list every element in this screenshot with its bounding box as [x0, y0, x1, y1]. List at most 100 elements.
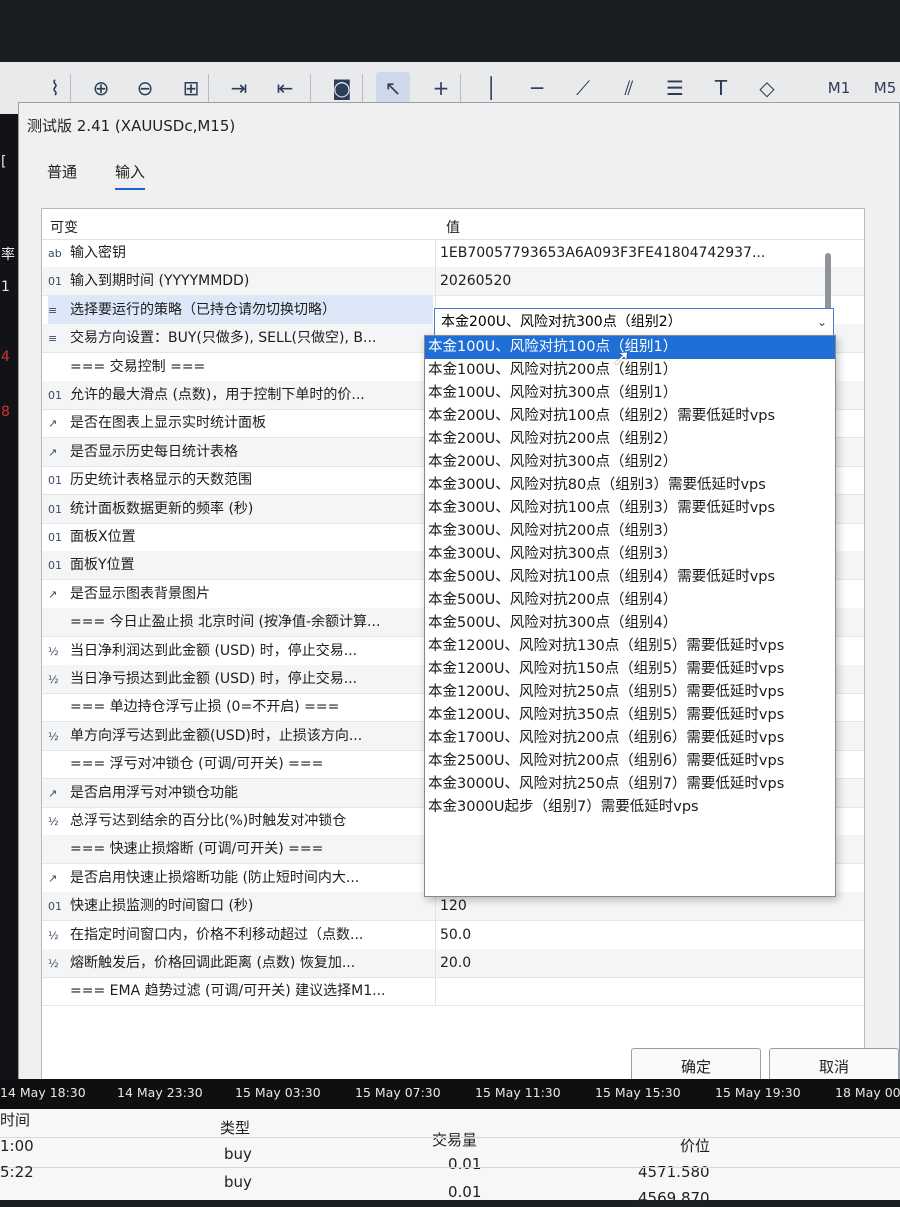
strategy-select[interactable]: 本金200U、风险对抗300点（组别2） ⌄: [434, 308, 834, 336]
param-name: 01 输入到期时间 (YYYYMMDD): [48, 267, 433, 295]
zoom-out-icon[interactable]: ⊖: [128, 72, 162, 104]
col-variable-header[interactable]: 可变: [50, 217, 78, 237]
param-value[interactable]: 50.0: [440, 921, 471, 949]
chart-shift-icon[interactable]: ⇥: [222, 72, 256, 104]
horizontal-line-icon[interactable]: ─: [520, 72, 554, 104]
param-row[interactable]: ½ 在指定时间窗口内，价格不利移动超过（点数... 50.0: [42, 920, 864, 950]
timeframe-m1[interactable]: M1: [818, 72, 860, 104]
shapes-icon[interactable]: ◇: [750, 72, 784, 104]
param-value[interactable]: 1EB70057793653A6A093F3FE41804742937...: [440, 239, 765, 267]
trendline-icon[interactable]: ⟋: [566, 72, 600, 104]
timeframe-m5[interactable]: M5: [864, 72, 900, 104]
strategy-option[interactable]: 本金2500U、风险对抗200点（组别6）需要低延时vps: [425, 750, 835, 773]
param-type-icon: ½: [48, 729, 59, 743]
cursor-icon[interactable]: ↖: [376, 72, 410, 104]
param-label: 总浮亏达到结余的百分比(%)时触发对冲锁仓: [70, 813, 347, 829]
param-name: ≡ 交易方向设置：BUY(只做多), SELL(只做空), B...: [48, 324, 433, 352]
col-type-header[interactable]: 类型: [220, 1117, 250, 1138]
grid-icon[interactable]: ⊞: [174, 72, 208, 104]
crosshair-icon[interactable]: +: [424, 72, 458, 104]
trade-type: buy: [224, 1173, 252, 1191]
param-value[interactable]: 20.0: [440, 949, 471, 977]
param-name: 01 面板X位置: [48, 523, 433, 551]
trade-volume: 0.01: [448, 1183, 482, 1201]
param-type-icon: 01: [48, 531, 62, 544]
param-label: 熔断触发后，价格回调此距离 (点数) 恢复加...: [70, 955, 356, 971]
tab-inputs[interactable]: 输入: [115, 161, 146, 190]
param-row[interactable]: 01 输入到期时间 (YYYYMMDD) 20260520: [42, 267, 864, 297]
param-label: 单方向浮亏达到此金额(USD)时，止损该方向...: [70, 727, 363, 744]
strategy-option[interactable]: 本金300U、风险对抗200点（组别3）: [425, 520, 835, 543]
param-label: 面板X位置: [70, 529, 136, 545]
line-chart-icon[interactable]: ⌇: [38, 72, 72, 104]
tab-general[interactable]: 普通: [47, 161, 77, 182]
param-type-icon: ½: [48, 644, 59, 658]
trades-table: 时间 类型 交易量 价位 1:00 buy 0.01 4571.580 5:22…: [0, 1109, 900, 1207]
text-icon[interactable]: T: [704, 72, 738, 104]
channel-icon[interactable]: ⫽: [612, 72, 646, 104]
param-name: ≡ 选择要运行的策略（已持仓请勿切换切略）: [48, 295, 433, 324]
chevron-down-icon: ⌄: [816, 315, 827, 329]
param-type-icon: ↗: [48, 445, 58, 459]
strategy-option[interactable]: 本金500U、风险对抗100点（组别4）需要低延时vps: [425, 566, 835, 589]
strategy-option[interactable]: 本金300U、风险对抗100点（组别3）需要低延时vps: [425, 497, 835, 520]
param-label: 统计面板数据更新的频率 (秒): [70, 500, 254, 517]
strategy-option[interactable]: 本金500U、风险对抗300点（组别4）: [425, 612, 835, 635]
param-name: === 快速止损熔断 (可调/可开关) ===: [48, 835, 433, 863]
param-type-icon: 01: [48, 502, 62, 516]
strategy-option[interactable]: 本金1200U、风险对抗150点（组别5）需要低延时vps: [425, 658, 835, 681]
param-label: 是否启用快速止损熔断功能 (防止短时间内大...: [70, 869, 360, 886]
param-row[interactable]: ab 输入密钥 1EB70057793653A6A093F3FE4180474293…: [42, 239, 864, 268]
zoom-in-icon[interactable]: ⊕: [84, 72, 118, 104]
chart-edge: [ 率 1 4 8: [0, 114, 20, 1079]
param-type-icon: ↗: [48, 871, 58, 885]
param-type-icon: ↗: [48, 786, 58, 800]
param-label: 交易方向设置：BUY(只做多), SELL(只做空), B...: [70, 330, 377, 347]
param-label: 允许的最大滑点 (点数)，用于控制下单时的价...: [70, 387, 365, 403]
param-row[interactable]: ½ 熔断触发后，价格回调此距离 (点数) 恢复加... 20.0: [42, 949, 864, 978]
input-parameters-dialog: 测试版 2.41 (XAUUSDc,M15) 普通 输入 可变 值 ab 输入密钥…: [18, 102, 900, 1100]
param-label: 是否显示图表背景图片: [70, 585, 210, 602]
param-type-icon: ↗: [48, 587, 58, 601]
param-name: === 今日止盈止损 北京时间 (按净值-余额计算...: [48, 608, 433, 636]
param-type-icon: ↗: [48, 417, 58, 431]
strategy-option[interactable]: 本金1200U、风险对抗350点（组别5）需要低延时vps: [425, 704, 835, 727]
param-label: 输入到期时间 (YYYYMMDD): [70, 273, 250, 290]
param-name: === EMA 趋势过滤 (可调/可开关) 建议选择M1...: [48, 977, 433, 1005]
param-label: 面板Y位置: [70, 557, 135, 574]
trade-price: 4569.870: [638, 1189, 710, 1207]
param-label: 是否在图表上显示实时统计面板: [70, 415, 266, 432]
col-time-header[interactable]: 时间: [0, 1109, 30, 1130]
param-value[interactable]: 20260520: [440, 267, 511, 295]
strategy-option[interactable]: 本金500U、风险对抗200点（组别4）: [425, 589, 835, 612]
strategy-option[interactable]: 本金300U、风险对抗80点（组别3）需要低延时vps: [425, 474, 835, 497]
fibo-icon[interactable]: ☰: [658, 72, 692, 104]
axis-tick-label: 18 May 00:: [835, 1085, 900, 1100]
axis-tick-label: 15 May 19:30: [715, 1085, 801, 1100]
vertical-line-icon[interactable]: │: [474, 72, 508, 104]
strategy-option[interactable]: 本金1700U、风险对抗200点（组别6）需要低延时vps: [425, 727, 835, 750]
param-row[interactable]: === EMA 趋势过滤 (可调/可开关) 建议选择M1...: [42, 977, 864, 1007]
strategy-option[interactable]: 本金1200U、风险对抗250点（组别5）需要低延时vps: [425, 681, 835, 704]
strategy-option[interactable]: 本金3000U、风险对抗250点（组别7）需要低延时vps: [425, 773, 835, 796]
strategy-option[interactable]: 本金200U、风险对抗300点（组别2）: [425, 451, 835, 474]
param-type-icon: ab: [48, 247, 62, 260]
strategy-option[interactable]: 本金100U、风险对抗300点（组别1）: [425, 382, 835, 405]
col-value-header[interactable]: 值: [446, 217, 460, 237]
strategy-option[interactable]: 本金300U、风险对抗300点（组别3）: [425, 543, 835, 566]
strategy-select-value: 本金200U、风险对抗300点（组别2）: [441, 314, 682, 330]
strategy-option[interactable]: 本金200U、风险对抗200点（组别2）: [425, 428, 835, 451]
param-name: ↗ 是否显示历史每日统计表格: [48, 438, 433, 466]
param-type-icon: 01: [48, 389, 62, 402]
param-type-icon: ≡: [48, 332, 58, 346]
axis-tick-label: 15 May 07:30: [355, 1085, 441, 1100]
strategy-option[interactable]: 本金1200U、风险对抗130点（组别5）需要低延时vps: [425, 635, 835, 658]
autoscroll-icon[interactable]: ⇤: [268, 72, 302, 104]
param-name: 01 统计面板数据更新的频率 (秒): [48, 495, 433, 523]
strategy-option[interactable]: 本金3000U起步（组别7）需要低延时vps: [425, 796, 835, 819]
param-name: ½ 总浮亏达到结余的百分比(%)时触发对冲锁仓: [48, 807, 433, 835]
col-volume-header[interactable]: 交易量: [432, 1129, 477, 1150]
strategy-option[interactable]: 本金200U、风险对抗100点（组别2）需要低延时vps: [425, 405, 835, 428]
screenshot-icon[interactable]: ◙: [325, 72, 359, 104]
col-price-header[interactable]: 价位: [680, 1135, 710, 1156]
